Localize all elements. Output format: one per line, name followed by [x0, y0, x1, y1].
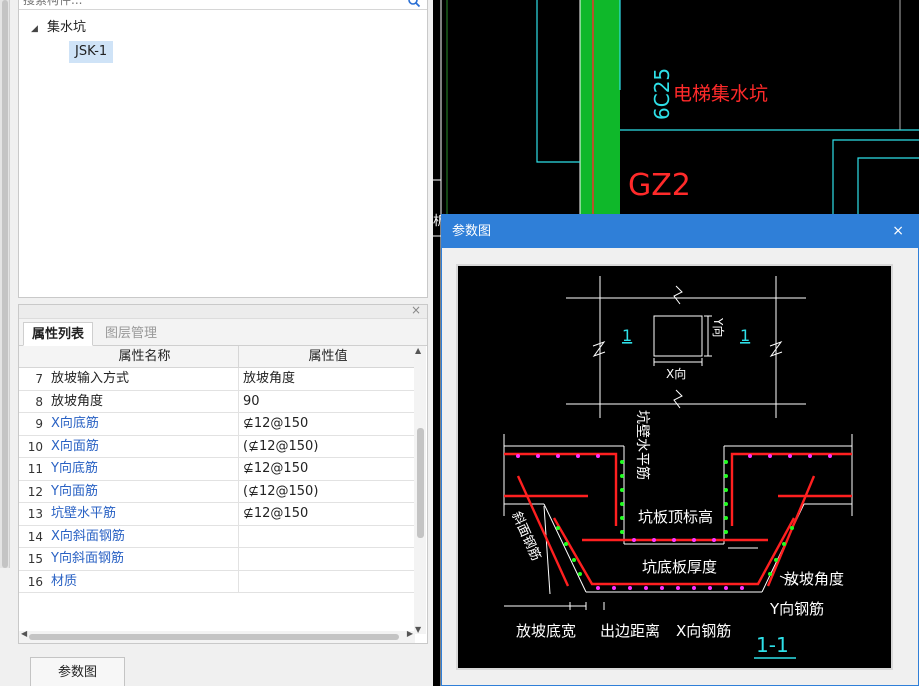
label-slope-angle: 放坡角度	[784, 570, 844, 588]
row-number: 15	[27, 552, 43, 566]
tab-property-list[interactable]: 属性列表	[23, 322, 94, 346]
close-icon[interactable]: ×	[892, 215, 904, 248]
cad-pit-label: 电梯集水坑	[673, 83, 768, 105]
label-bottom-thickness: 坑底板厚度	[642, 558, 717, 576]
left-scrollbar-thumb[interactable]	[2, 0, 8, 568]
parameter-diagram-dialog: 参数图 × 1 1 X向 Y向 坑壁水平筋 斜面钢筋 坑板顶标高 坑底板厚度 放…	[441, 214, 919, 686]
sump-pit-diagram: 1 1 X向 Y向 坑壁水平筋 斜面钢筋 坑板顶标高 坑底板厚度 放坡角度 Y向…	[503, 276, 853, 659]
label-x-rebar: X向钢筋	[676, 622, 731, 640]
scroll-up-icon[interactable]: ▲	[415, 346, 421, 355]
table-row[interactable]: 12 Y向面筋 (⊈12@150)	[19, 480, 415, 504]
scroll-right-icon[interactable]: ▶	[407, 629, 413, 638]
tree-group-label: 集水坑	[47, 20, 87, 35]
column-header-value: 属性值	[308, 349, 348, 364]
tab-layer-management[interactable]: 图层管理	[97, 322, 165, 346]
table-row[interactable]: 8 放坡角度 90	[19, 390, 415, 414]
tree-group-sump-pit[interactable]: ◢ 集水坑	[31, 17, 86, 39]
row-number: 13	[27, 507, 43, 521]
table-row[interactable]: 9 X向底筋 ⊈12@150	[19, 413, 415, 436]
property-name: X向底筋	[51, 413, 239, 435]
scroll-down-icon[interactable]: ▼	[415, 625, 421, 634]
section-label: 1-1	[756, 633, 789, 657]
component-tree-panel: ◢集水坑 JSK-1	[18, 0, 428, 298]
property-value[interactable]: ⊈12@150	[243, 413, 413, 436]
table-row[interactable]: 10 X向面筋 (⊈12@150)	[19, 435, 415, 459]
scroll-left-icon[interactable]: ◀	[21, 629, 27, 638]
property-value[interactable]: (⊈12@150)	[243, 481, 413, 504]
search-icon[interactable]	[407, 0, 421, 8]
table-row[interactable]: 7 放坡输入方式 放坡角度	[19, 368, 415, 391]
table-row[interactable]: 11 Y向底筋 ⊈12@150	[19, 458, 415, 481]
label-edge-distance: 出边距离	[600, 622, 660, 640]
left-scrollbar[interactable]	[0, 0, 10, 568]
table-header: 属性名称 属性值	[19, 346, 415, 368]
search-input[interactable]	[23, 0, 393, 8]
dialog-titlebar[interactable]: 参数图 ×	[442, 215, 918, 248]
cad-gz-label: GZ2	[628, 168, 691, 203]
table-row[interactable]: 15 Y向斜面钢筋	[19, 548, 415, 571]
expand-arrow-icon[interactable]: ◢	[31, 18, 47, 40]
left-panel: ◢集水坑 JSK-1 × 属性列表 图层管理 属性名称 属性值 7 放坡输入方式…	[0, 0, 433, 686]
cad-rebar-label: 6C25	[650, 68, 674, 120]
row-number: 16	[27, 574, 43, 589]
label-wall-rebar: 坑壁水平筋	[634, 410, 651, 480]
label-slope-rebar: 斜面钢筋	[508, 509, 544, 563]
property-name: X向面筋	[51, 435, 239, 457]
column-header-name: 属性名称	[51, 346, 239, 367]
table-row[interactable]: 16 材质	[19, 570, 415, 593]
label-slope-width: 放坡底宽	[516, 622, 576, 640]
property-name: 材质	[51, 570, 239, 592]
property-value[interactable]: 放坡角度	[243, 368, 413, 391]
row-number: 8	[35, 394, 43, 409]
property-value[interactable]: ⊈12@150	[243, 503, 413, 526]
row-number: 14	[27, 529, 43, 544]
property-tabs: 属性列表 图层管理	[19, 319, 427, 346]
close-icon[interactable]: ×	[411, 303, 421, 317]
tree-item-jsk-1[interactable]: JSK-1	[69, 41, 114, 63]
plan-view	[566, 276, 806, 418]
parameter-diagram-button[interactable]: 参数图	[30, 657, 125, 686]
row-number: 7	[35, 372, 43, 386]
label-top-elevation: 坑板顶标高	[638, 508, 713, 526]
dialog-title: 参数图	[452, 224, 492, 239]
horizontal-scrollbar-thumb[interactable]	[29, 634, 399, 640]
vertical-scrollbar[interactable]: ▲ ▼	[414, 346, 426, 634]
row-number: 10	[27, 439, 43, 454]
property-name: 放坡角度	[51, 390, 239, 412]
label-y-rebar: Y向钢筋	[769, 600, 824, 618]
table-row[interactable]: 13 坑壁水平筋 ⊈12@150	[19, 503, 415, 526]
table-row[interactable]: 14 X向斜面钢筋	[19, 525, 415, 548]
row-number: 11	[27, 462, 43, 476]
property-name: X向斜面钢筋	[51, 525, 239, 547]
y-dir-label: Y向	[711, 317, 726, 337]
property-name: 放坡输入方式	[51, 368, 239, 390]
property-value[interactable]: (⊈12@150)	[243, 436, 413, 459]
property-value[interactable]: 90	[243, 391, 413, 414]
diagram-canvas: 1 1 X向 Y向 坑壁水平筋 斜面钢筋 坑板顶标高 坑底板厚度 放坡角度 Y向…	[456, 264, 893, 670]
property-name: Y向面筋	[51, 480, 239, 502]
row-number: 12	[27, 484, 43, 499]
property-name: Y向斜面钢筋	[51, 548, 239, 570]
property-panel: × 属性列表 图层管理 属性名称 属性值 7 放坡输入方式 放坡角度 8 放坡角…	[18, 303, 428, 644]
property-panel-header: ×	[19, 303, 427, 319]
section-mark-left: 1	[622, 326, 632, 345]
search-bar	[19, 0, 427, 10]
horizontal-scrollbar[interactable]: ◀ ▶	[19, 629, 415, 643]
section-mark-right: 1	[740, 326, 750, 345]
property-table: 属性名称 属性值 7 放坡输入方式 放坡角度 8 放坡角度 90 9 X向底筋 …	[19, 346, 415, 593]
x-dir-label: X向	[666, 366, 686, 381]
property-value[interactable]: ⊈12@150	[243, 458, 413, 481]
property-name: Y向底筋	[51, 458, 239, 480]
vertical-scrollbar-thumb[interactable]	[417, 428, 424, 538]
row-number: 9	[35, 417, 43, 431]
property-name: 坑壁水平筋	[51, 503, 239, 525]
